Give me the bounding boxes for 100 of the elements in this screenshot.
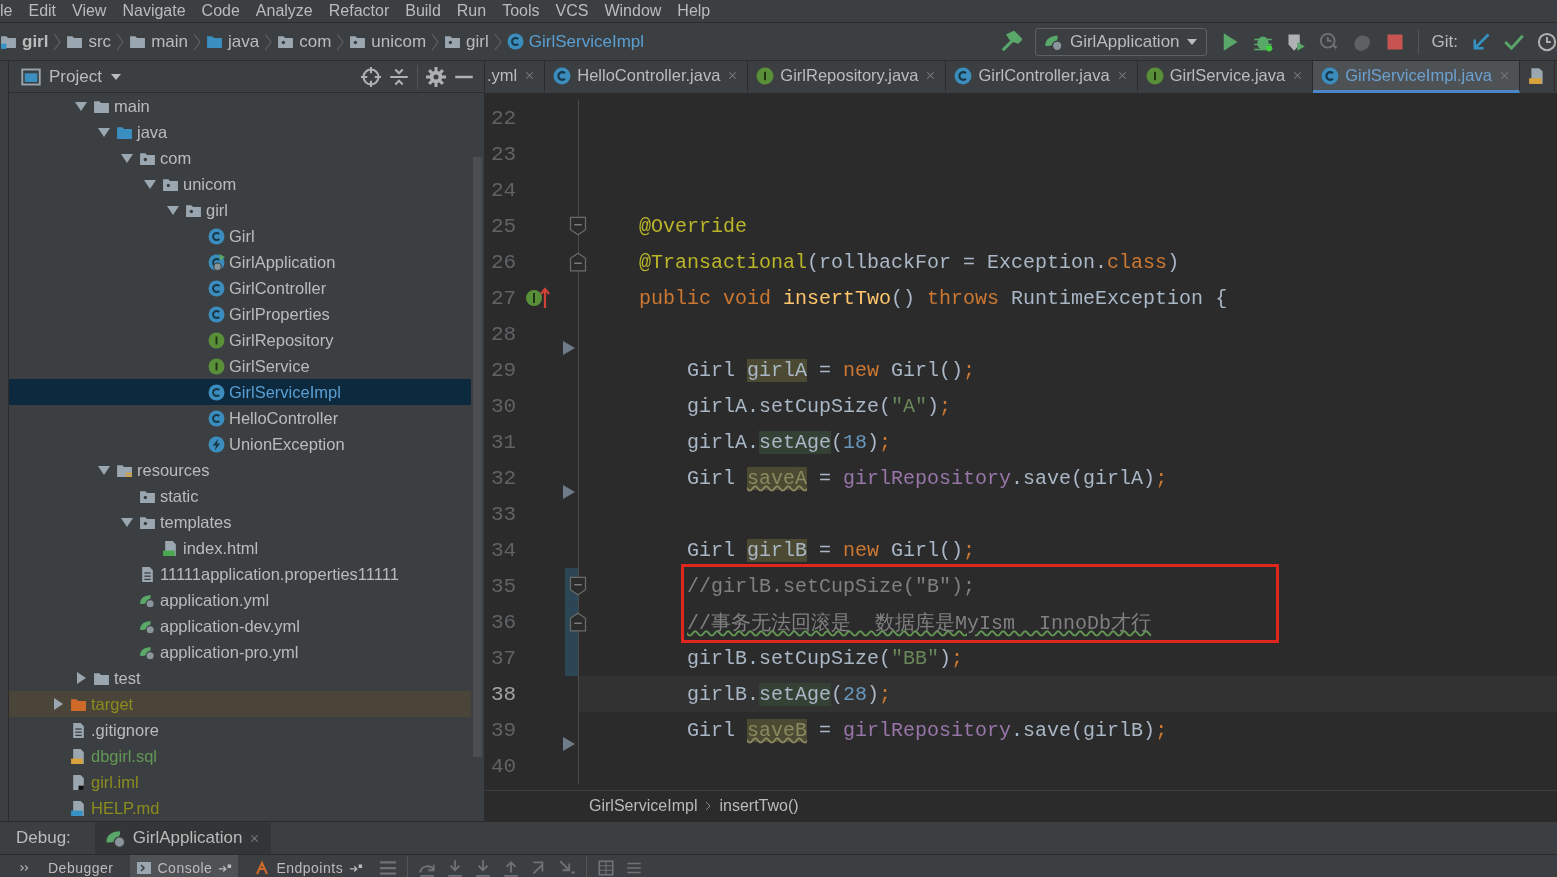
menu-item[interactable]: VCS bbox=[547, 1, 597, 21]
session-tab[interactable]: GirlApplication bbox=[94, 822, 272, 854]
tree-item[interactable]: static bbox=[9, 483, 471, 509]
breadcrumb[interactable]: com bbox=[277, 31, 332, 52]
expand-arrow-icon[interactable] bbox=[51, 697, 65, 711]
menu-item[interactable]: le bbox=[0, 1, 21, 21]
tree-item[interactable]: .gitignore bbox=[9, 717, 471, 743]
tree-item[interactable]: GirlRepository bbox=[9, 327, 471, 353]
implements-icon[interactable] bbox=[525, 286, 551, 310]
tree-item[interactable]: GirlProperties bbox=[9, 301, 471, 327]
breadcrumb[interactable]: GirlServiceImpl bbox=[589, 797, 698, 815]
tree-item[interactable]: application-pro.yml bbox=[9, 639, 471, 665]
code-line: girlA.setAge(18); bbox=[686, 430, 892, 454]
tree-item[interactable]: unicom bbox=[9, 171, 471, 197]
class-icon bbox=[1321, 66, 1340, 85]
tree-item[interactable]: Girl bbox=[9, 223, 471, 249]
tree-item[interactable]: application-dev.yml bbox=[9, 613, 471, 639]
tree-item[interactable]: dbgirl.sql bbox=[9, 743, 471, 769]
clock-icon[interactable] bbox=[1537, 31, 1557, 52]
menu-item[interactable]: Run bbox=[448, 1, 495, 21]
step-into-icon[interactable] bbox=[474, 858, 493, 877]
tree-item[interactable]: HelloController bbox=[9, 405, 471, 431]
debug-tab[interactable]: Debugger bbox=[42, 855, 120, 877]
expand-arrow-icon[interactable] bbox=[97, 125, 111, 139]
tree-item[interactable]: templates bbox=[9, 509, 471, 535]
breadcrumb[interactable]: src bbox=[66, 31, 112, 52]
breadcrumb[interactable]: unicom bbox=[349, 31, 427, 52]
debug-tab[interactable]: Console bbox=[129, 855, 239, 877]
code-line: Girl girlA = new Girl(); bbox=[686, 358, 976, 382]
menu-item[interactable]: Code bbox=[193, 1, 248, 21]
tree-item[interactable]: resources bbox=[9, 457, 471, 483]
html-file-icon bbox=[162, 539, 179, 557]
tree-item[interactable]: com bbox=[9, 145, 471, 171]
tree-item[interactable]: GirlServiceImpl bbox=[9, 379, 471, 405]
settings-icon[interactable] bbox=[426, 66, 446, 87]
triangle-icon[interactable] bbox=[561, 736, 577, 752]
expand-arrow-icon[interactable] bbox=[74, 671, 88, 685]
tree-item[interactable]: 11111application.properties11111 bbox=[9, 561, 471, 587]
menu-icon[interactable] bbox=[379, 858, 398, 877]
crosshair-icon[interactable] bbox=[361, 66, 381, 87]
tree-item[interactable]: index.html bbox=[9, 535, 471, 561]
editor-tab[interactable]: GirlController.java bbox=[946, 61, 1138, 93]
menu-item[interactable]: Refactor bbox=[320, 1, 398, 21]
chevron-icon bbox=[264, 31, 273, 52]
expand-arrow-icon[interactable] bbox=[120, 515, 134, 529]
expand-arrow-icon[interactable] bbox=[74, 99, 88, 113]
menu-item[interactable]: Tools bbox=[494, 1, 548, 21]
menu-item[interactable]: Edit bbox=[20, 1, 65, 21]
hammer-icon[interactable] bbox=[999, 30, 1022, 53]
tree-item[interactable]: UnionException bbox=[9, 431, 471, 457]
editor-tab[interactable]: GirlServiceImpl.java bbox=[1313, 61, 1520, 93]
tree-item[interactable]: GirlService bbox=[9, 353, 471, 379]
debug-tab[interactable]: Endpoints bbox=[248, 855, 370, 877]
caret-icon[interactable] bbox=[109, 72, 122, 81]
fold-icon[interactable] bbox=[568, 612, 588, 632]
tree-item[interactable]: HELP.md bbox=[9, 795, 471, 821]
tree-item[interactable]: test bbox=[9, 665, 471, 691]
menu-item[interactable]: Help bbox=[669, 1, 719, 21]
chevron-icon bbox=[193, 31, 201, 52]
expand-arrow-icon[interactable] bbox=[143, 177, 157, 191]
panel-title[interactable]: Project bbox=[49, 66, 102, 87]
class-icon bbox=[208, 279, 225, 297]
menu-item[interactable]: Window bbox=[596, 1, 670, 21]
code-line: @Transactional(rollbackFor = Exception.class) bbox=[638, 250, 1180, 274]
menu-item[interactable]: Navigate bbox=[114, 1, 194, 21]
breadcrumb[interactable]: GirlServiceImpl bbox=[506, 31, 645, 52]
fold-icon[interactable] bbox=[568, 252, 588, 272]
breadcrumb[interactable]: girl bbox=[444, 31, 489, 52]
breadcrumb[interactable]: girl bbox=[0, 31, 49, 52]
breadcrumb[interactable]: insertTwo() bbox=[719, 797, 799, 815]
collapse-icon[interactable] bbox=[389, 66, 409, 87]
breadcrumb[interactable]: java bbox=[206, 31, 260, 52]
run-configuration-dropdown[interactable]: GirlApplication bbox=[1034, 27, 1207, 56]
tree-item[interactable]: girl bbox=[9, 197, 471, 223]
change-marker[interactable] bbox=[565, 640, 578, 676]
tree-item[interactable]: application.yml bbox=[9, 587, 471, 613]
menu-item[interactable]: View bbox=[64, 1, 115, 21]
fold-icon[interactable] bbox=[568, 216, 588, 236]
tree-item[interactable]: girl.iml bbox=[9, 769, 471, 795]
table-icon[interactable] bbox=[597, 858, 616, 877]
menu-item[interactable]: Build bbox=[397, 1, 449, 21]
triangle-icon[interactable] bbox=[561, 484, 577, 500]
breadcrumb[interactable]: main bbox=[129, 31, 188, 52]
editor-tab[interactable]: GirlRepository.java bbox=[748, 61, 947, 93]
line-number: 24 bbox=[490, 178, 518, 202]
tree-item[interactable]: GirlController bbox=[9, 275, 471, 301]
expand-arrow-icon[interactable] bbox=[120, 151, 134, 165]
editor-tab[interactable]: .yml bbox=[485, 61, 546, 93]
menu-item[interactable]: Analyze bbox=[247, 1, 321, 21]
fold-icon[interactable] bbox=[568, 576, 588, 596]
tree-item[interactable]: GirlApplication bbox=[9, 249, 471, 275]
expand-arrow-icon[interactable] bbox=[166, 203, 180, 217]
editor-tab[interactable]: HelloController.java bbox=[545, 61, 749, 93]
tree-item[interactable]: main bbox=[9, 93, 471, 119]
expand-arrow-icon[interactable] bbox=[97, 463, 111, 477]
arrow-icon[interactable] bbox=[1471, 31, 1491, 52]
step-into-icon[interactable] bbox=[446, 858, 465, 877]
triangle-icon[interactable] bbox=[561, 340, 577, 356]
tree-item[interactable]: java bbox=[9, 119, 471, 145]
clock-cursor-icon[interactable] bbox=[1318, 31, 1339, 52]
